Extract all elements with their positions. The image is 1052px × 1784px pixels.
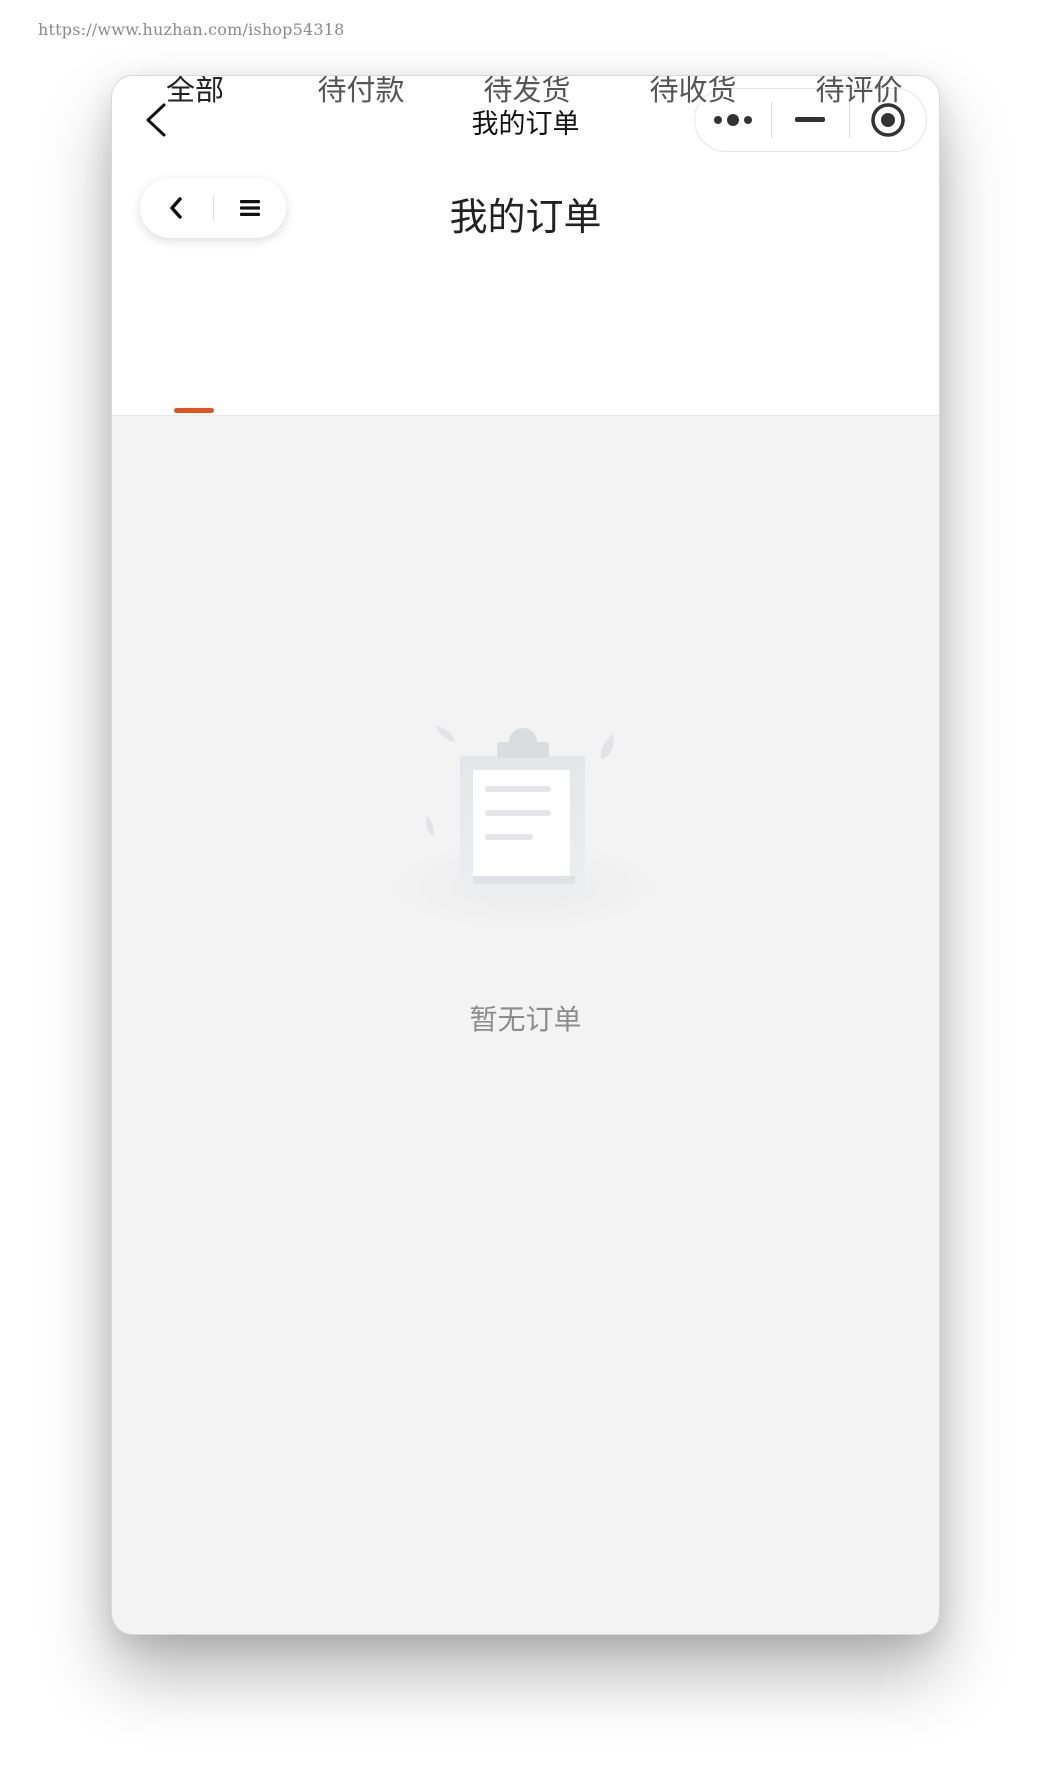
tab-pending-receipt[interactable]: 待收货: [610, 76, 776, 224]
tab-all[interactable]: 全部: [112, 76, 278, 224]
clipboard-icon: [385, 716, 665, 936]
tab-label: 待发货: [483, 75, 571, 107]
tab-pending-review[interactable]: 待评价: [776, 76, 939, 224]
tab-pending-shipment[interactable]: 待发货: [444, 76, 610, 224]
order-status-tabs: [112, 264, 939, 416]
phone-frame: 我的订单 我的订单 全部 待付款 待发货 待收货 待评价 暂无订单: [111, 75, 940, 1635]
active-tab-indicator: [174, 408, 214, 413]
tab-pending-payment[interactable]: 待付款: [278, 76, 444, 224]
empty-state-text: 暂无订单: [469, 1003, 582, 1036]
watermark-url: https://www.huzhan.com/ishop54318: [38, 20, 345, 39]
tab-label: 待收货: [649, 75, 737, 107]
tab-label: 待评价: [815, 75, 903, 107]
tab-label: 待付款: [317, 75, 405, 107]
tab-label: 全部: [165, 75, 224, 107]
